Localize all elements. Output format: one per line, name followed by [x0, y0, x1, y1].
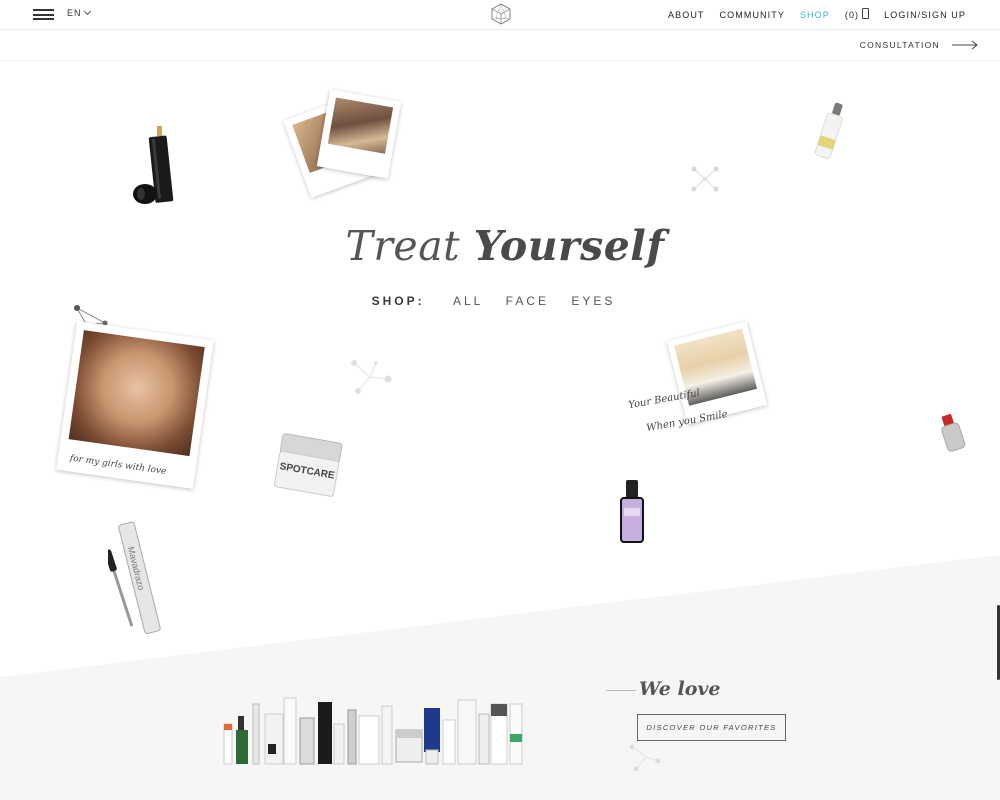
language-label: EN: [67, 8, 82, 18]
consultation-label: CONSULTATION: [859, 40, 940, 50]
hero-title-light: Treat: [345, 222, 474, 270]
filter-eyes[interactable]: EYES: [571, 294, 615, 308]
molecule-decoration-1: [691, 166, 719, 192]
nav-community[interactable]: COMMUNITY: [720, 10, 785, 20]
login-signup-link[interactable]: LOGIN/SIGN UP: [884, 10, 966, 20]
hamburger-menu-icon[interactable]: [33, 9, 54, 20]
language-selector[interactable]: EN: [67, 7, 91, 18]
molecule-decoration-3: [351, 360, 392, 394]
filter-face[interactable]: FACE: [506, 294, 549, 308]
chevron-down-icon: [83, 7, 91, 16]
hero-title-bold: Yourself: [473, 222, 665, 270]
portrait-caption: for my girls with love: [69, 453, 167, 477]
sub-header: CONSULTATION: [0, 31, 1000, 61]
we-love-heading: We love: [639, 678, 721, 700]
spotcare-cream-jar[interactable]: SPOTCARE: [272, 430, 344, 502]
filter-all[interactable]: ALL: [453, 294, 483, 308]
black-serum-bottle[interactable]: [128, 124, 186, 208]
cart-count: (0): [844, 9, 860, 20]
nav-about[interactable]: ABOUT: [668, 10, 705, 20]
arrow-right-icon: [952, 40, 978, 50]
shop-label: SHOP:: [371, 294, 425, 308]
favorites-product-lineup[interactable]: [220, 694, 526, 768]
hero-title: Treat Yourself: [0, 222, 1000, 270]
nav-shop[interactable]: SHOP: [800, 10, 830, 20]
molecule-decoration-4: [629, 744, 661, 772]
main-nav: ABOUT COMMUNITY SHOP (0) LOGIN/SIGN UP: [653, 8, 966, 20]
shop-filter-bar: SHOP: ALL FACE EYES: [0, 294, 995, 308]
polaroid-sunglasses: [666, 321, 768, 425]
consultation-link[interactable]: CONSULTATION: [860, 40, 978, 50]
mascara-tube[interactable]: Mavadrazo: [108, 518, 170, 642]
geometric-logo-icon[interactable]: [490, 3, 512, 25]
polaroid-portrait: for my girls with love: [56, 321, 214, 489]
polaroid-friends-2: [316, 89, 402, 179]
top-navigation-bar: EN ABOUT COMMUNITY SHOP (0) LOGIN/SIGN U…: [0, 0, 1000, 30]
dropper-serum-bottle[interactable]: [808, 100, 852, 164]
lavender-pump-bottle[interactable]: [614, 478, 650, 546]
cart-button[interactable]: (0): [844, 8, 870, 20]
we-love-divider: [606, 690, 636, 691]
shopping-bag-icon: [862, 8, 870, 19]
discover-favorites-button[interactable]: DISCOVER OUR FAVORITES: [637, 714, 786, 741]
red-cap-bottle[interactable]: [936, 412, 970, 454]
